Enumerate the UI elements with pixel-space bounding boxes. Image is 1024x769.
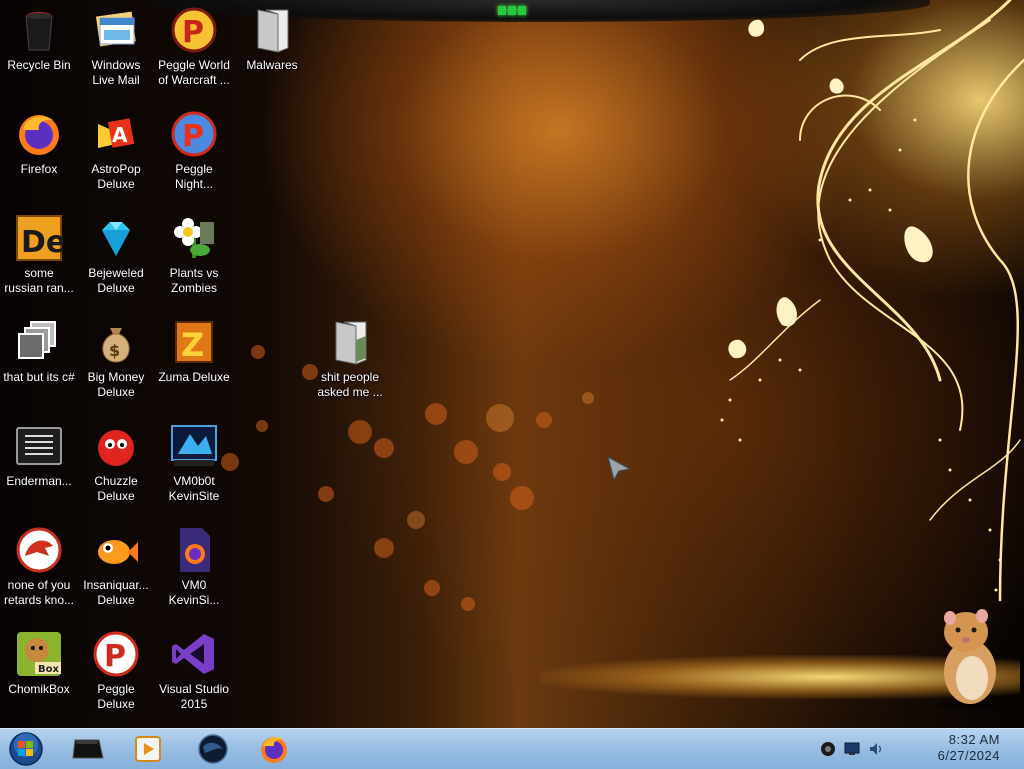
globe-icon	[198, 734, 228, 764]
display-icon[interactable]	[844, 741, 860, 757]
icon-label: Firefox	[20, 162, 58, 176]
desktop-icon-insaniquarium-deluxe[interactable]: Insaniquar... Deluxe	[77, 526, 155, 608]
windows-stack-icon	[18, 321, 56, 359]
chuzzle-icon	[98, 430, 134, 466]
desktop-icon-none-of-you[interactable]: none of you retards kno...	[0, 526, 78, 608]
folder-icon	[257, 9, 289, 53]
desktop-icon-peggle-deluxe[interactable]: P Peggle Deluxe	[77, 630, 155, 712]
media-player-icon	[135, 736, 161, 762]
desktop-icon-astropop-deluxe[interactable]: A AstroPop Deluxe	[77, 110, 155, 192]
desktop-icon-recycle-bin[interactable]: Recycle Bin	[0, 6, 78, 73]
desktop-icon-vm0b0t-kevinsite[interactable]: VM0b0t KevinSite	[155, 422, 233, 504]
astropop-icon: A	[98, 118, 135, 148]
desktop-icon-vm0-kevinsite[interactable]: VM0 KevinSi...	[155, 526, 233, 608]
desktop-icon-peggle-world-of-warcraft[interactable]: P Peggle World of Warcraft ...	[155, 6, 233, 88]
terminal-window-icon	[16, 427, 62, 465]
svg-text:Box: Box	[38, 664, 59, 675]
svg-text:P: P	[182, 119, 204, 154]
monitor-app-icon	[171, 425, 217, 466]
desktop-icon-bejeweled-deluxe[interactable]: Bejeweled Deluxe	[77, 214, 155, 296]
peggle-wow-icon: P	[171, 7, 217, 53]
desktop-icon-firefox[interactable]: Firefox	[0, 110, 78, 177]
firefox-document-icon	[180, 528, 210, 572]
hamster-image	[938, 609, 998, 709]
visual-studio-icon	[172, 634, 214, 674]
money-bag-icon: $	[102, 328, 130, 363]
system-tray	[816, 729, 886, 769]
icon-label: Big Money Deluxe	[87, 370, 145, 399]
desktop-wallpaper: Recycle Bin Firefox De some russian ran..…	[0, 0, 1024, 728]
peggle-icon: P	[93, 631, 139, 677]
icon-label: Insaniquar... Deluxe	[83, 578, 149, 607]
taskbar-clock[interactable]: 8:32 AM 6/27/2024	[890, 732, 1000, 764]
icon-label: Peggle World of Warcraft ...	[158, 58, 230, 87]
dragon-circle-icon	[16, 527, 62, 573]
folder-icon	[335, 321, 367, 365]
desktop-icon-big-money-deluxe[interactable]: $ Big Money Deluxe	[77, 318, 155, 400]
desktop-icon-that-but-its-csharp[interactable]: that but its c#	[0, 318, 78, 385]
desktop-icon-visual-studio-2015[interactable]: Visual Studio 2015	[155, 630, 233, 712]
mail-icon	[95, 11, 136, 47]
flower-icon	[174, 218, 214, 258]
icon-label: some russian ran...	[4, 266, 74, 295]
svg-text:Z: Z	[181, 326, 204, 364]
icon-label: Peggle Deluxe	[97, 682, 135, 711]
zuma-icon: Z	[175, 321, 213, 364]
icon-label: none of you retards kno...	[3, 578, 75, 607]
taskbar: 8:32 AM 6/27/2024	[0, 728, 1024, 769]
icon-label: VM0 KevinSi...	[168, 578, 220, 607]
icon-label: Malwares	[246, 58, 298, 72]
icon-label: shit people asked me ...	[317, 370, 383, 399]
clock-time: 8:32 AM	[948, 732, 1000, 747]
svg-text:P: P	[104, 639, 126, 674]
taskbar-computer-button[interactable]	[68, 731, 108, 767]
desktop-icon-chomikbox[interactable]: Box ChomikBox	[0, 630, 78, 697]
icon-label: Plants vs Zombies	[169, 266, 219, 295]
icon-label: Peggle Night...	[174, 162, 213, 191]
desktop-icon-windows-live-mail[interactable]: Windows Live Mail	[77, 6, 155, 88]
taskbar-media-player-button[interactable]	[128, 731, 168, 767]
mouse-cursor-icon	[607, 455, 632, 481]
de-app-icon: De	[16, 215, 63, 261]
clock-date: 6/27/2024	[937, 748, 1000, 763]
desktop-icon-chuzzle-deluxe[interactable]: Chuzzle Deluxe	[77, 422, 155, 504]
icon-label: Recycle Bin	[7, 58, 71, 72]
desktop-icon-malwares[interactable]: Malwares	[233, 6, 311, 73]
peggle-nights-icon: P	[171, 111, 217, 157]
windows-orb-icon[interactable]	[6, 731, 46, 767]
icon-label: that but its c#	[3, 370, 75, 384]
desktop-icon-some-russian[interactable]: De some russian ran...	[0, 214, 78, 296]
desktop-icon-plants-vs-zombies[interactable]: Plants vs Zombies	[155, 214, 233, 296]
svg-text:$: $	[109, 341, 120, 360]
svg-text:P: P	[182, 15, 204, 50]
taskbar-globe-button[interactable]	[193, 731, 233, 767]
icon-label: Windows Live Mail	[91, 58, 141, 87]
desktop-icon-enderman[interactable]: Enderman...	[0, 422, 78, 489]
firefox-icon	[261, 737, 287, 763]
icon-label: Enderman...	[6, 474, 72, 488]
desktop-icon-peggle-nights[interactable]: P Peggle Night...	[155, 110, 233, 192]
computer-icon	[72, 739, 104, 759]
taskbar-firefox-button[interactable]	[254, 731, 294, 767]
svg-text:A: A	[112, 123, 128, 147]
chomikbox-icon: Box	[17, 632, 61, 676]
icon-label: AstroPop Deluxe	[91, 162, 141, 191]
icon-label: ChomikBox	[8, 682, 70, 696]
goldfish-icon	[98, 540, 138, 564]
svg-text:De: De	[21, 225, 63, 260]
recycle-bin-icon	[25, 12, 53, 51]
firefox-icon	[19, 115, 59, 155]
volume-icon[interactable]	[868, 741, 884, 757]
network-icon[interactable]	[820, 741, 836, 757]
icon-label: VM0b0t KevinSite	[168, 474, 220, 503]
icon-label: Chuzzle Deluxe	[94, 474, 138, 503]
icon-label: Zuma Deluxe	[158, 370, 230, 384]
diamond-icon	[102, 222, 130, 256]
icon-label: Visual Studio 2015	[159, 682, 229, 711]
desktop-icon-people-asked-folder[interactable]: shit people asked me ...	[311, 318, 389, 400]
icon-label: Bejeweled Deluxe	[88, 266, 144, 295]
desktop-icon-zuma-deluxe[interactable]: Z Zuma Deluxe	[155, 318, 233, 385]
